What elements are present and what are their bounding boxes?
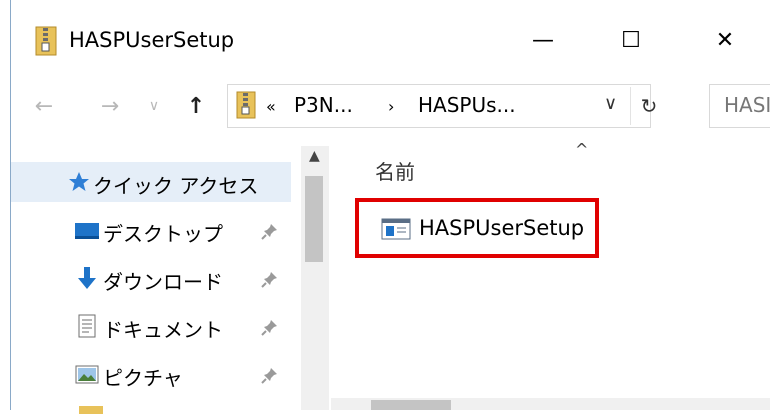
- search-input[interactable]: HASI: [724, 93, 770, 117]
- pin-icon[interactable]: [261, 366, 279, 384]
- maximize-button[interactable]: ☐: [599, 16, 663, 64]
- pin-icon[interactable]: [261, 270, 279, 288]
- refresh-button[interactable]: ↻: [630, 87, 667, 125]
- zip-folder-icon: [35, 26, 57, 56]
- up-button[interactable]: ↑: [181, 88, 211, 124]
- search-box[interactable]: HASI: [709, 84, 770, 128]
- scrollbar-thumb[interactable]: [371, 400, 451, 410]
- navigation-pane: クイック アクセス デスクトップ ダウンロード ドキュメント ピクチャ: [11, 146, 311, 414]
- sidebar-item-pictures[interactable]: ピクチャ: [11, 354, 291, 394]
- pin-icon[interactable]: [261, 222, 279, 240]
- sidebar-item-label: クイック アクセス: [93, 174, 259, 198]
- file-name: HASPUserSetup: [419, 216, 585, 240]
- sidebar-item-documents[interactable]: ドキュメント: [11, 306, 291, 346]
- window-title: HASPUserSetup: [69, 28, 235, 52]
- close-button[interactable]: ✕: [693, 16, 757, 64]
- file-list: ^ 名前 HASPUserSetup: [331, 140, 770, 410]
- star-icon: [69, 172, 89, 191]
- forward-button[interactable]: →: [95, 88, 125, 124]
- minimize-button[interactable]: —: [511, 16, 575, 64]
- sidebar-item-label: ピクチャ: [103, 366, 183, 390]
- back-button[interactable]: ←: [29, 88, 59, 124]
- zip-folder-icon: [236, 91, 256, 119]
- breadcrumb-overflow-button[interactable]: «: [266, 97, 276, 116]
- sidebar-item-downloads[interactable]: ダウンロード: [11, 258, 291, 298]
- scroll-up-button[interactable]: ▲: [309, 148, 320, 164]
- scrollbar-thumb[interactable]: [305, 176, 323, 262]
- address-bar[interactable]: « P3N... › HASPUs... ∨ ↻: [227, 84, 657, 128]
- sidebar-item-desktop[interactable]: デスクトップ: [11, 210, 291, 250]
- breadcrumb-separator[interactable]: ›: [388, 97, 394, 116]
- explorer-window: HASPUserSetup — ☐ ✕ ← → ∨ ↑ « P3N... › H…: [10, 0, 770, 414]
- address-dropdown-button[interactable]: ∨: [604, 93, 617, 114]
- folder-icon: [79, 406, 103, 414]
- file-item[interactable]: HASPUserSetup: [355, 198, 599, 258]
- sidebar-item-label: ダウンロード: [103, 270, 223, 294]
- installer-icon: [381, 218, 411, 240]
- sort-indicator-icon: ^: [575, 140, 589, 159]
- download-icon: [78, 267, 96, 289]
- horizontal-scrollbar[interactable]: [331, 398, 770, 410]
- picture-icon: [75, 365, 99, 384]
- navigation-bar: ← → ∨ ↑ « P3N... › HASPUs... ∨ ↻ HASI: [11, 84, 770, 128]
- column-header-name[interactable]: 名前: [375, 156, 415, 185]
- desktop-icon: [75, 223, 99, 239]
- recent-locations-button[interactable]: ∨: [145, 88, 163, 124]
- sidebar-item-quick-access[interactable]: クイック アクセス: [11, 162, 291, 202]
- pin-icon[interactable]: [261, 318, 279, 336]
- sidebar-item-label: デスクトップ: [103, 222, 223, 246]
- navigation-pane-scrollbar[interactable]: ▲: [301, 146, 329, 410]
- sidebar-item-label: ドキュメント: [103, 318, 223, 342]
- document-icon: [78, 314, 96, 338]
- title-bar: HASPUserSetup — ☐ ✕: [11, 0, 770, 80]
- breadcrumb-item[interactable]: P3N...: [294, 93, 353, 117]
- breadcrumb-item[interactable]: HASPUs...: [418, 93, 516, 117]
